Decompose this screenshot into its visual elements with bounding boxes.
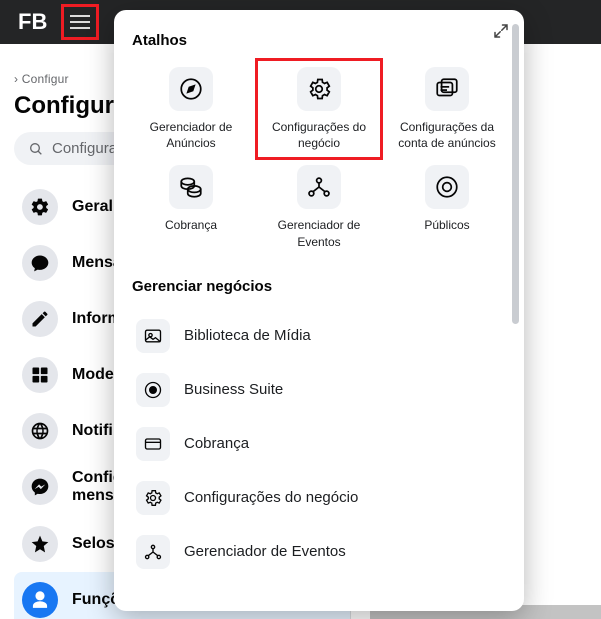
shortcut-label: Configurações da conta de anúncios <box>388 119 506 151</box>
manage-configuracoes-negocio[interactable]: Configurações do negócio <box>132 471 506 525</box>
gear-icon <box>306 76 332 102</box>
billing-icon <box>143 434 163 454</box>
pencil-icon <box>22 301 58 337</box>
audience-icon <box>434 174 460 200</box>
shortcuts-panel: Atalhos Gerenciador de Anúncios Configur… <box>114 10 524 611</box>
menu-button[interactable] <box>61 4 99 40</box>
messenger-icon <box>22 469 58 505</box>
manage-gerenciador-eventos[interactable]: Gerenciador de Eventos <box>132 525 506 579</box>
search-icon <box>28 141 44 157</box>
globe-icon <box>22 413 58 449</box>
manage-cobranca[interactable]: Cobrança <box>132 417 506 471</box>
section-title-atalhos: Atalhos <box>132 32 506 49</box>
manage-label: Business Suite <box>184 381 283 398</box>
sidebar-item-label: Notifi <box>72 422 113 440</box>
shortcut-label: Públicos <box>388 217 506 233</box>
events-icon <box>143 542 163 562</box>
gear-icon <box>22 189 58 225</box>
person-icon <box>22 582 58 618</box>
shortcut-gerenciador-eventos[interactable]: Gerenciador de Eventos <box>260 161 378 253</box>
fb-logo: FB <box>18 9 47 35</box>
shortcut-cobranca[interactable]: Cobrança <box>132 161 250 253</box>
shortcut-gerenciador-anuncios[interactable]: Gerenciador de Anúncios <box>132 63 250 155</box>
shortcut-label: Gerenciador de Eventos <box>260 217 378 249</box>
section-title-gerenciar: Gerenciar negócios <box>132 278 506 295</box>
coins-icon <box>178 174 204 200</box>
star-icon <box>22 526 58 562</box>
hamburger-icon <box>70 11 90 33</box>
expand-button[interactable] <box>492 22 510 40</box>
sidebar-item-label: Model <box>72 366 118 384</box>
manage-biblioteca-midia[interactable]: Biblioteca de Mídia <box>132 309 506 363</box>
chat-icon <box>22 245 58 281</box>
manage-label: Gerenciador de Eventos <box>184 543 346 560</box>
manage-business-suite[interactable]: Business Suite <box>132 363 506 417</box>
media-icon <box>143 326 163 346</box>
scrollbar[interactable] <box>512 24 519 324</box>
shortcut-label: Gerenciador de Anúncios <box>132 119 250 151</box>
shortcut-configuracoes-conta[interactable]: Configurações da conta de anúncios <box>388 63 506 155</box>
gear-icon <box>143 488 163 508</box>
grid-icon <box>22 357 58 393</box>
shortcut-configuracoes-negocio[interactable]: Configurações do negócio <box>260 63 378 155</box>
manage-list: Biblioteca de Mídia Business Suite Cobra… <box>132 309 506 579</box>
manage-label: Cobrança <box>184 435 249 452</box>
shortcut-label: Configurações do negócio <box>260 119 378 151</box>
expand-icon <box>492 22 510 40</box>
suite-icon <box>143 380 163 400</box>
shortcut-publicos[interactable]: Públicos <box>388 161 506 253</box>
cards-icon <box>434 76 460 102</box>
shortcut-label: Cobrança <box>132 217 250 233</box>
search-placeholder: Configura <box>52 140 117 157</box>
manage-label: Configurações do negócio <box>184 489 358 506</box>
compass-icon <box>178 76 204 102</box>
manage-label: Biblioteca de Mídia <box>184 327 311 344</box>
sidebar-item-label: Geral <box>72 198 113 216</box>
shortcut-grid: Gerenciador de Anúncios Configurações do… <box>132 63 506 254</box>
events-icon <box>306 174 332 200</box>
